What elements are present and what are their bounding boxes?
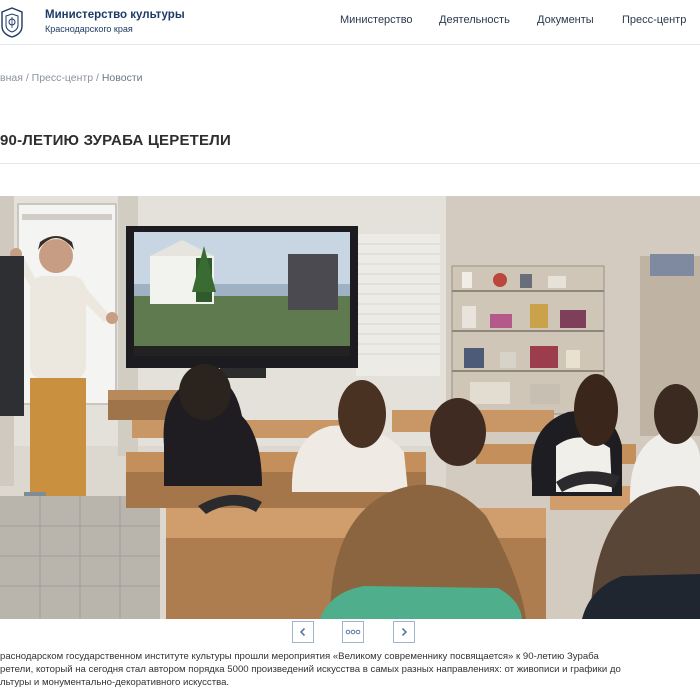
- slider-prev-button[interactable]: [292, 621, 314, 643]
- breadcrumb-news[interactable]: Новости: [102, 72, 143, 84]
- main-nav: Министерство Деятельность Документы Прес…: [0, 14, 700, 30]
- page-title: 90-ЛЕТИЮ ЗУРАБА ЦЕРЕТЕЛИ: [0, 132, 231, 149]
- nav-item-documents[interactable]: Документы: [537, 14, 594, 26]
- slider-controls: [0, 621, 700, 643]
- breadcrumb-separator: /: [25, 72, 29, 84]
- dots-icon: [345, 629, 361, 635]
- nav-item-activity[interactable]: Деятельность: [439, 14, 510, 26]
- article-lead-line: ретели, который на сегодня стал автором …: [0, 664, 621, 675]
- title-divider: [0, 163, 700, 164]
- nav-item-ministry[interactable]: Министерство: [340, 14, 413, 26]
- slider-pages-button[interactable]: [342, 621, 364, 643]
- breadcrumb: вная / Пресс-центр / Новости: [0, 72, 143, 84]
- slider-next-button[interactable]: [393, 621, 415, 643]
- article-lead: раснодарском государственном институте к…: [0, 650, 700, 689]
- chevron-right-icon: [401, 627, 408, 637]
- chevron-left-icon: [299, 627, 306, 637]
- article-lead-line: раснодарском государственном институте к…: [0, 651, 599, 662]
- breadcrumb-home[interactable]: вная: [0, 72, 23, 84]
- news-photo[interactable]: [0, 196, 700, 619]
- article-lead-line: льтуры и монументально-декоративного иск…: [0, 677, 230, 688]
- nav-item-press-center[interactable]: Пресс-центр: [622, 14, 686, 26]
- site-header: Министерство культуры Краснодарского кра…: [0, 0, 700, 45]
- breadcrumb-press-center[interactable]: Пресс-центр: [32, 72, 93, 84]
- breadcrumb-separator: /: [96, 72, 99, 84]
